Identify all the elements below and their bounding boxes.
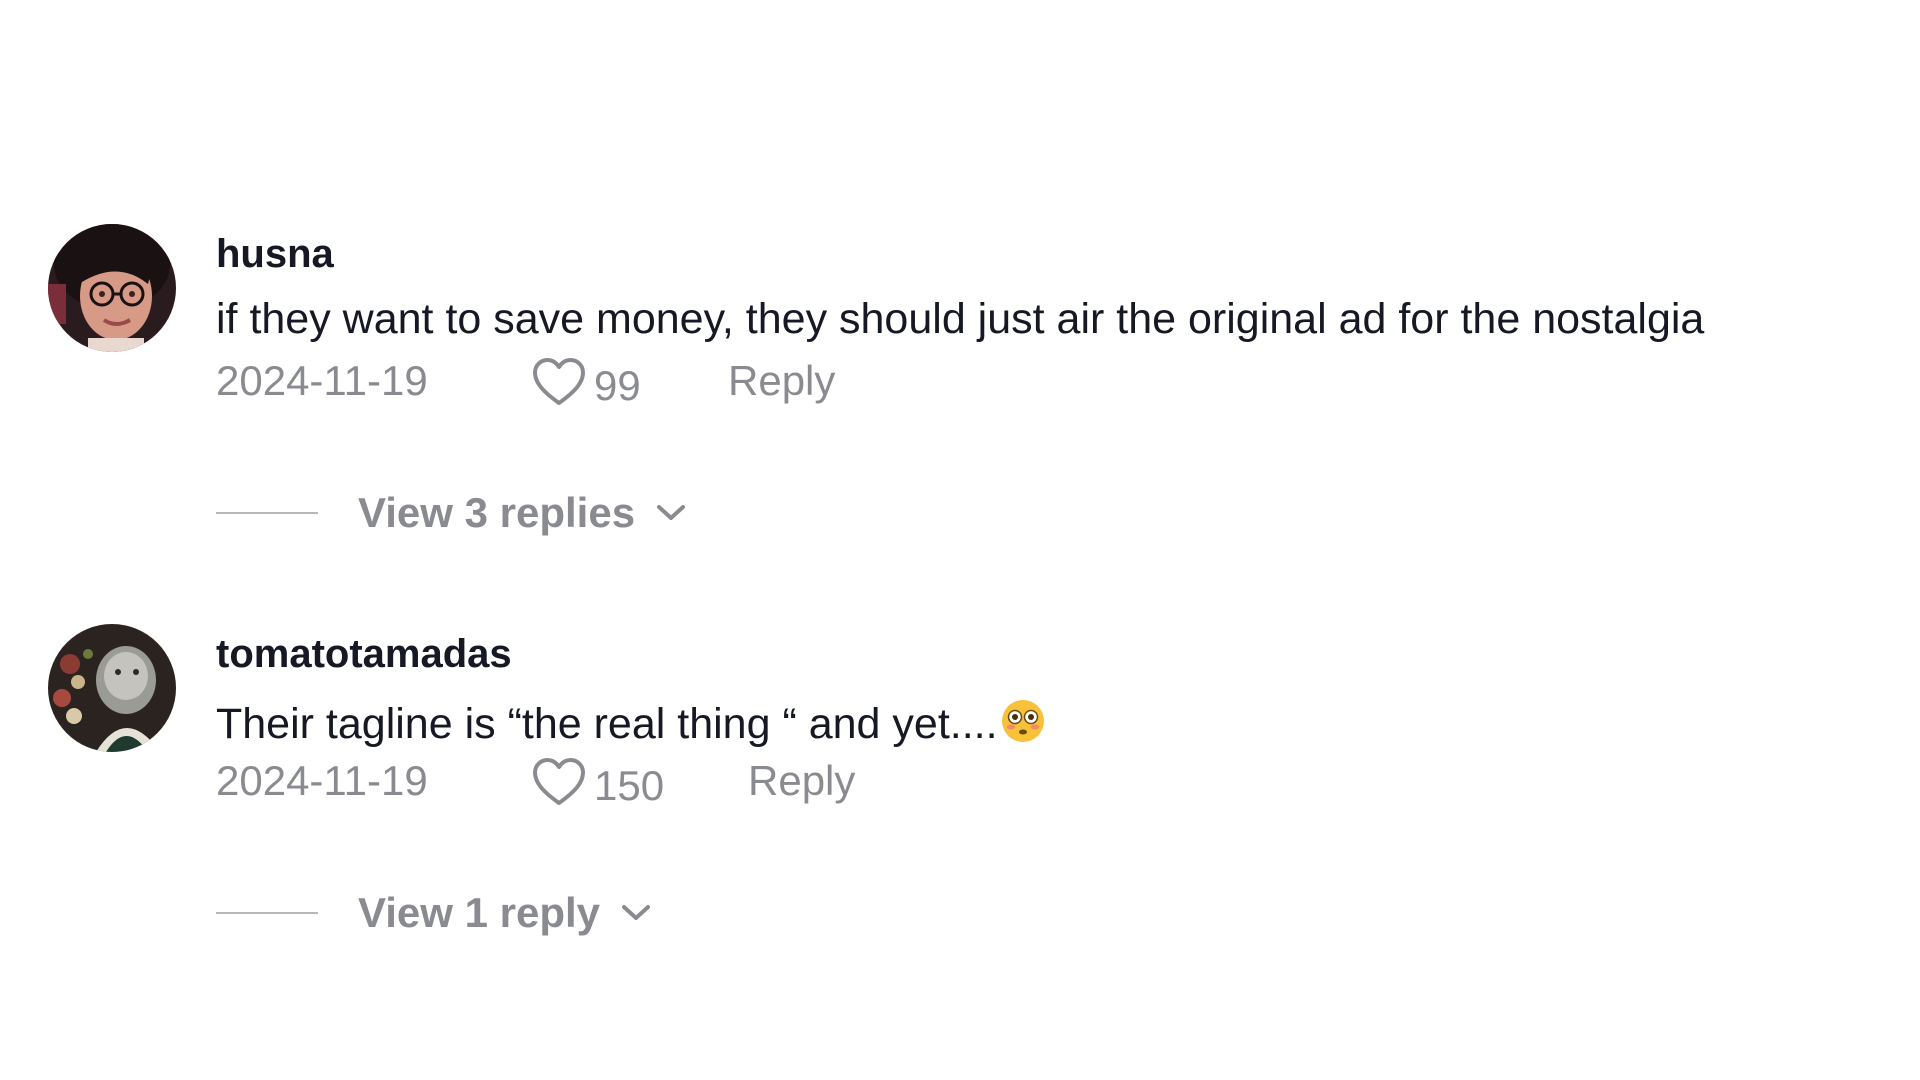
comment-date: 2024-11-19 — [216, 757, 428, 804]
comment-text: Their tagline is “the real thing “ and y… — [216, 700, 998, 748]
chevron-down-icon — [657, 505, 686, 520]
like-count: 99 — [594, 362, 641, 409]
view-replies-label: View 3 replies — [358, 489, 636, 536]
flushed-face-emoji-icon — [1001, 700, 1044, 742]
comment-username[interactable]: husna — [216, 234, 334, 274]
heart-outline-icon — [533, 358, 585, 405]
view-replies-button[interactable]: View 1 reply — [216, 888, 652, 938]
comment-meta: 2024-11-19 99 Reply — [216, 357, 1116, 410]
comment-text-row: Their tagline is “the real thing “ and y… — [216, 698, 1046, 746]
divider-line — [216, 912, 318, 914]
comment-username[interactable]: tomatotamadas — [216, 634, 512, 674]
comment-meta: 2024-11-19 150 Reply — [216, 757, 1116, 810]
reply-button[interactable]: Reply — [748, 760, 855, 802]
comment-text: if they want to save money, they should … — [216, 295, 1705, 343]
like-count: 150 — [594, 762, 665, 809]
heart-outline-icon — [533, 758, 585, 805]
avatar[interactable] — [48, 224, 176, 352]
reply-button[interactable]: Reply — [728, 360, 835, 402]
avatar-woman-glasses-image — [48, 224, 176, 352]
like-button[interactable]: 99 — [532, 354, 641, 410]
like-button[interactable]: 150 — [532, 754, 664, 810]
divider-line — [216, 512, 318, 514]
view-replies-label: View 1 reply — [358, 889, 601, 936]
chevron-down-icon — [622, 905, 651, 920]
view-replies-button[interactable]: View 3 replies — [216, 488, 687, 538]
comment-date: 2024-11-19 — [216, 357, 428, 404]
avatar[interactable] — [48, 624, 176, 752]
avatar-painting-portrait-image — [48, 624, 176, 752]
